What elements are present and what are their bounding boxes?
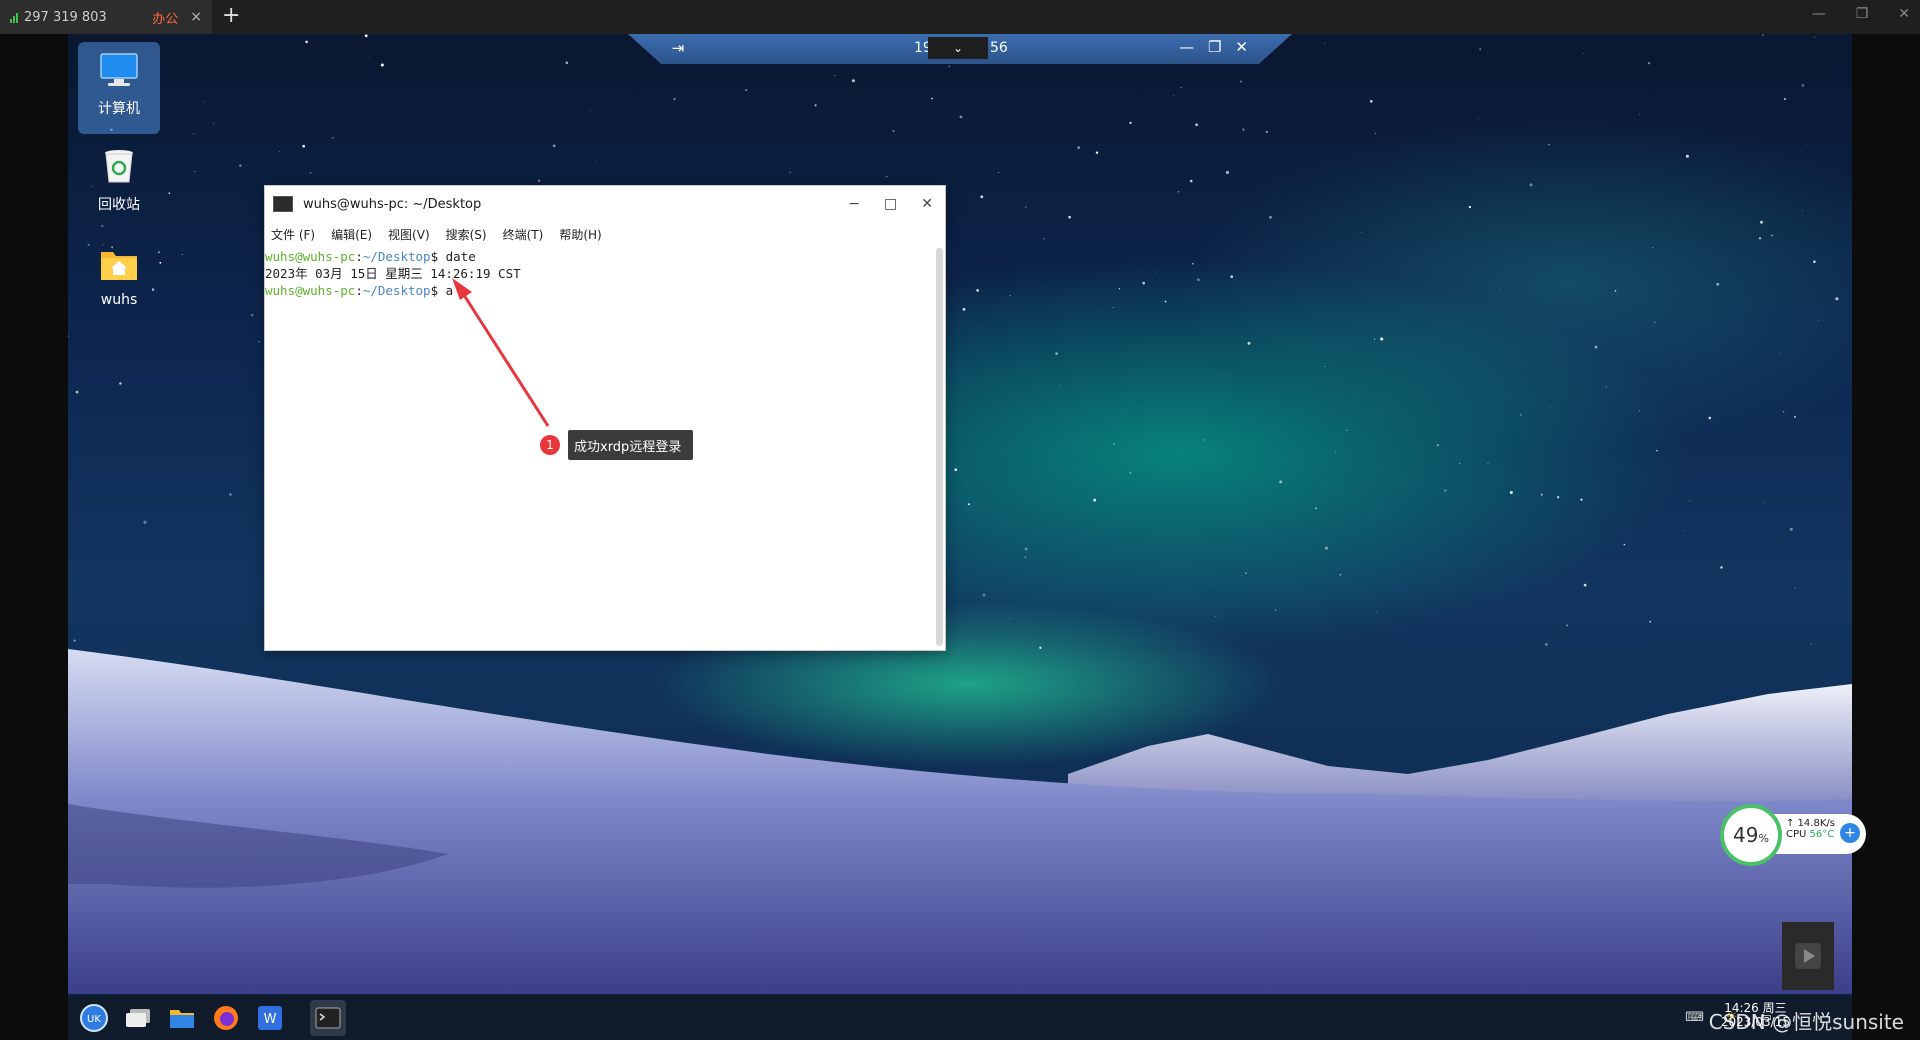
terminal-line: wuhs@wuhs-pc:~/Desktop$ date [265,248,933,265]
toolbar-window-controls: — ❐ ✕ [1179,38,1248,56]
annotation-label: 成功xrdp远程登录 [568,430,694,460]
prompt-end: $ [430,249,439,264]
taskbar-file-manager[interactable] [164,1000,200,1036]
monitor-stats: ↑ 14.8K/s CPU 56°C + [1772,814,1866,854]
new-tab-button[interactable]: + [222,3,240,28]
remote-client-titlebar: 297 319 803 办公 × + — ❐ ✕ [0,0,1920,34]
launcher-icon: UK [80,1003,108,1032]
menu-help[interactable]: 帮助(H) [559,226,601,243]
prompt-user: wuhs@wuhs-pc [265,249,356,264]
menu-edit[interactable]: 编辑(E) [331,226,372,243]
terminal-scrollbar[interactable] [936,248,943,646]
menu-search[interactable]: 搜索(S) [446,226,487,243]
toolbar-restore-button[interactable]: ❐ [1208,38,1221,56]
watermark: CSDN @恒悦sunsite [1708,1010,1904,1034]
prompt-end: $ [430,283,439,298]
prompt-separator: : [355,283,363,298]
prompt-separator: : [355,249,363,264]
toolbar-close-button[interactable]: ✕ [1235,38,1248,56]
taskbar-firefox[interactable] [208,1000,244,1036]
connection-toolbar: ⇥ 19 ⌄ 56 — ❐ ✕ [628,34,1292,64]
computer-icon [100,53,138,86]
recycle-bin-icon [105,150,133,183]
remote-id-right: 56 [990,40,1008,56]
memory-usage-gauge[interactable]: 49% [1720,804,1782,866]
desktop-icon-recycle-bin[interactable]: 回收站 [78,138,160,224]
desktop-icon-label: wuhs [100,292,138,308]
terminal-icon [273,196,293,212]
client-close-button[interactable]: ✕ [1898,6,1910,22]
taskbar: UK W ⌨ ☀ ▭ 14:26 周三 2023/03/15 [68,995,1852,1040]
svg-text:W: W [264,1012,277,1027]
keyboard-icon[interactable]: ⌨ [1685,1010,1704,1025]
file-manager-icon [170,1009,194,1028]
menu-file[interactable]: 文件 (F) [271,226,315,243]
client-window-controls: — ❐ ✕ [1812,6,1910,22]
cpu-label: CPU [1786,829,1807,840]
prompt-user: wuhs@wuhs-pc [265,283,356,298]
terminal-window-controls: − □ ✕ [848,196,933,212]
usage-percent: 49 [1733,823,1759,847]
terminal-line: wuhs@wuhs-pc:~/Desktop$ a [265,282,933,299]
connection-name: 办公 [152,11,179,27]
desktop-icon-label: 回收站 [98,197,140,213]
terminal-close-button[interactable]: ✕ [921,196,933,212]
terminal-icon [315,1007,341,1028]
usage-percent-unit: % [1758,832,1769,845]
prompt-path: ~/Desktop [362,283,431,298]
desktop-icon-computer[interactable]: 计算机 [78,42,160,134]
toolbar-dropdown-button[interactable]: ⌄ [928,37,988,59]
pin-toolbar-button[interactable]: ⇥ [666,39,690,57]
firefox-icon [214,1005,238,1030]
taskbar-terminal[interactable] [310,999,346,1036]
wps-writer-icon: W [258,1005,282,1030]
desktop-icon-home[interactable]: wuhs [78,236,160,322]
terminal-window[interactable]: wuhs@wuhs-pc: ~/Desktop − □ ✕ 文件 (F) 编辑(… [264,185,946,651]
annotation-number: 1 [540,435,560,455]
terminal-minimize-button[interactable]: − [848,196,860,212]
menu-view[interactable]: 视图(V) [388,226,430,243]
terminal-maximize-button[interactable]: □ [884,196,897,212]
signal-icon [10,12,18,23]
terminal-menubar: 文件 (F) 编辑(E) 视图(V) 搜索(S) 终端(T) 帮助(H) [265,222,945,246]
taskbar-wps-writer[interactable]: W [252,1000,288,1036]
connection-id: 297 319 803 [24,9,107,25]
terminal-line: 2023年 03月 15日 星期三 14:26:19 CST [265,266,521,281]
cpu-temperature: 56°C [1809,829,1835,840]
toolbar-minimize-button[interactable]: — [1179,38,1194,56]
multitask-icon [126,1008,150,1027]
accelerate-button[interactable]: + [1840,823,1860,843]
menu-terminal[interactable]: 终端(T) [503,226,544,243]
svg-text:UK: UK [87,1014,101,1025]
client-minimize-button[interactable]: — [1812,6,1826,22]
taskbar-launcher[interactable]: UK [76,1000,112,1036]
home-folder-icon [101,252,137,280]
command-text: date [438,249,476,264]
connection-tab[interactable]: 297 319 803 办公 × [0,0,212,34]
prompt-path: ~/Desktop [362,249,431,264]
media-icon [1795,943,1821,969]
command-text: a [438,283,454,298]
terminal-title: wuhs@wuhs-pc: ~/Desktop [303,196,482,212]
client-restore-button[interactable]: ❐ [1856,6,1869,22]
desktop-icon-label: 计算机 [98,101,140,117]
side-panel-button[interactable] [1782,922,1834,990]
tab-close-button[interactable]: × [190,9,202,25]
terminal-titlebar[interactable]: wuhs@wuhs-pc: ~/Desktop − □ ✕ [265,186,945,222]
taskbar-multitask[interactable] [120,1000,156,1036]
